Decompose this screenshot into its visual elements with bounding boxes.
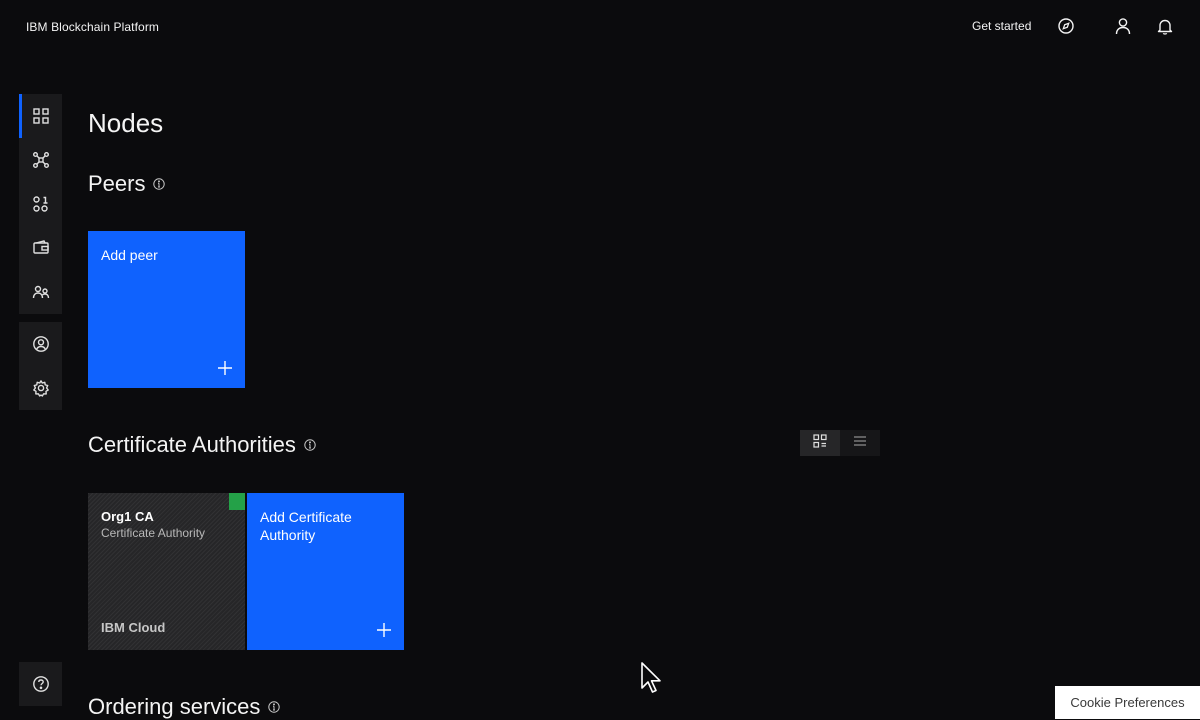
cookie-preferences-button[interactable]: Cookie Preferences [1055, 686, 1200, 719]
add-peer-tile[interactable]: Add peer [88, 231, 245, 388]
plus-icon [376, 622, 392, 638]
sidebar-item-organizations[interactable] [19, 270, 62, 314]
tile-view-button[interactable] [800, 430, 840, 456]
sidebar-item-smart-contracts[interactable] [19, 182, 62, 226]
status-indicator [229, 493, 245, 510]
network-icon [32, 151, 50, 169]
sidebar-item-channels[interactable] [19, 138, 62, 182]
sidebar-help [19, 662, 62, 706]
group-icon [32, 283, 50, 301]
info-icon[interactable] [153, 178, 166, 190]
wallet-icon [32, 239, 50, 257]
grid-icon [32, 107, 50, 125]
info-icon[interactable] [268, 701, 281, 713]
sidebar-item-nodes[interactable] [19, 94, 62, 138]
brand-name[interactable]: IBM Blockchain Platform [26, 20, 159, 34]
list-view-icon [853, 434, 867, 453]
node-name: Org1 CA [101, 509, 154, 524]
user-icon[interactable] [1111, 14, 1135, 38]
get-started-link[interactable]: Get started [972, 19, 1031, 33]
node-type: Certificate Authority [101, 526, 206, 540]
smart-contract-icon [32, 195, 50, 213]
ca-section-title: Certificate Authorities [88, 432, 316, 458]
ordering-heading: Ordering services [88, 694, 261, 719]
peers-section-title: Peers [88, 171, 166, 197]
ca-node-tile[interactable]: Org1 CA Certificate Authority IBM Cloud [88, 493, 245, 650]
sidebar-item-wallet[interactable] [19, 226, 62, 270]
node-location: IBM Cloud [101, 620, 166, 635]
sidebar-item-users[interactable] [19, 322, 62, 366]
page-title: Nodes [88, 108, 164, 138]
gear-icon [32, 379, 50, 397]
ordering-section-title: Ordering services [88, 694, 281, 720]
add-peer-label: Add peer [101, 247, 158, 263]
user-avatar-icon [32, 335, 50, 353]
notification-icon[interactable] [1153, 14, 1177, 38]
list-view-button[interactable] [840, 430, 880, 456]
sidebar-item-settings[interactable] [19, 366, 62, 410]
top-bar: IBM Blockchain Platform Get started [0, 0, 1200, 54]
sidebar-primary-nav [19, 94, 62, 314]
view-switcher [800, 430, 880, 456]
mouse-cursor-icon [640, 661, 664, 695]
plus-icon [217, 360, 233, 376]
sidebar-item-help[interactable] [19, 662, 62, 706]
add-ca-label: Add Certificate Authority [260, 509, 352, 543]
compass-icon[interactable] [1054, 14, 1078, 38]
tile-view-icon [813, 433, 827, 453]
peers-heading: Peers [88, 171, 146, 196]
ca-heading: Certificate Authorities [88, 432, 296, 457]
add-certificate-authority-tile[interactable]: Add Certificate Authority [247, 493, 404, 650]
help-icon [32, 675, 50, 693]
sidebar-secondary-nav [19, 322, 62, 410]
info-icon[interactable] [304, 439, 316, 451]
